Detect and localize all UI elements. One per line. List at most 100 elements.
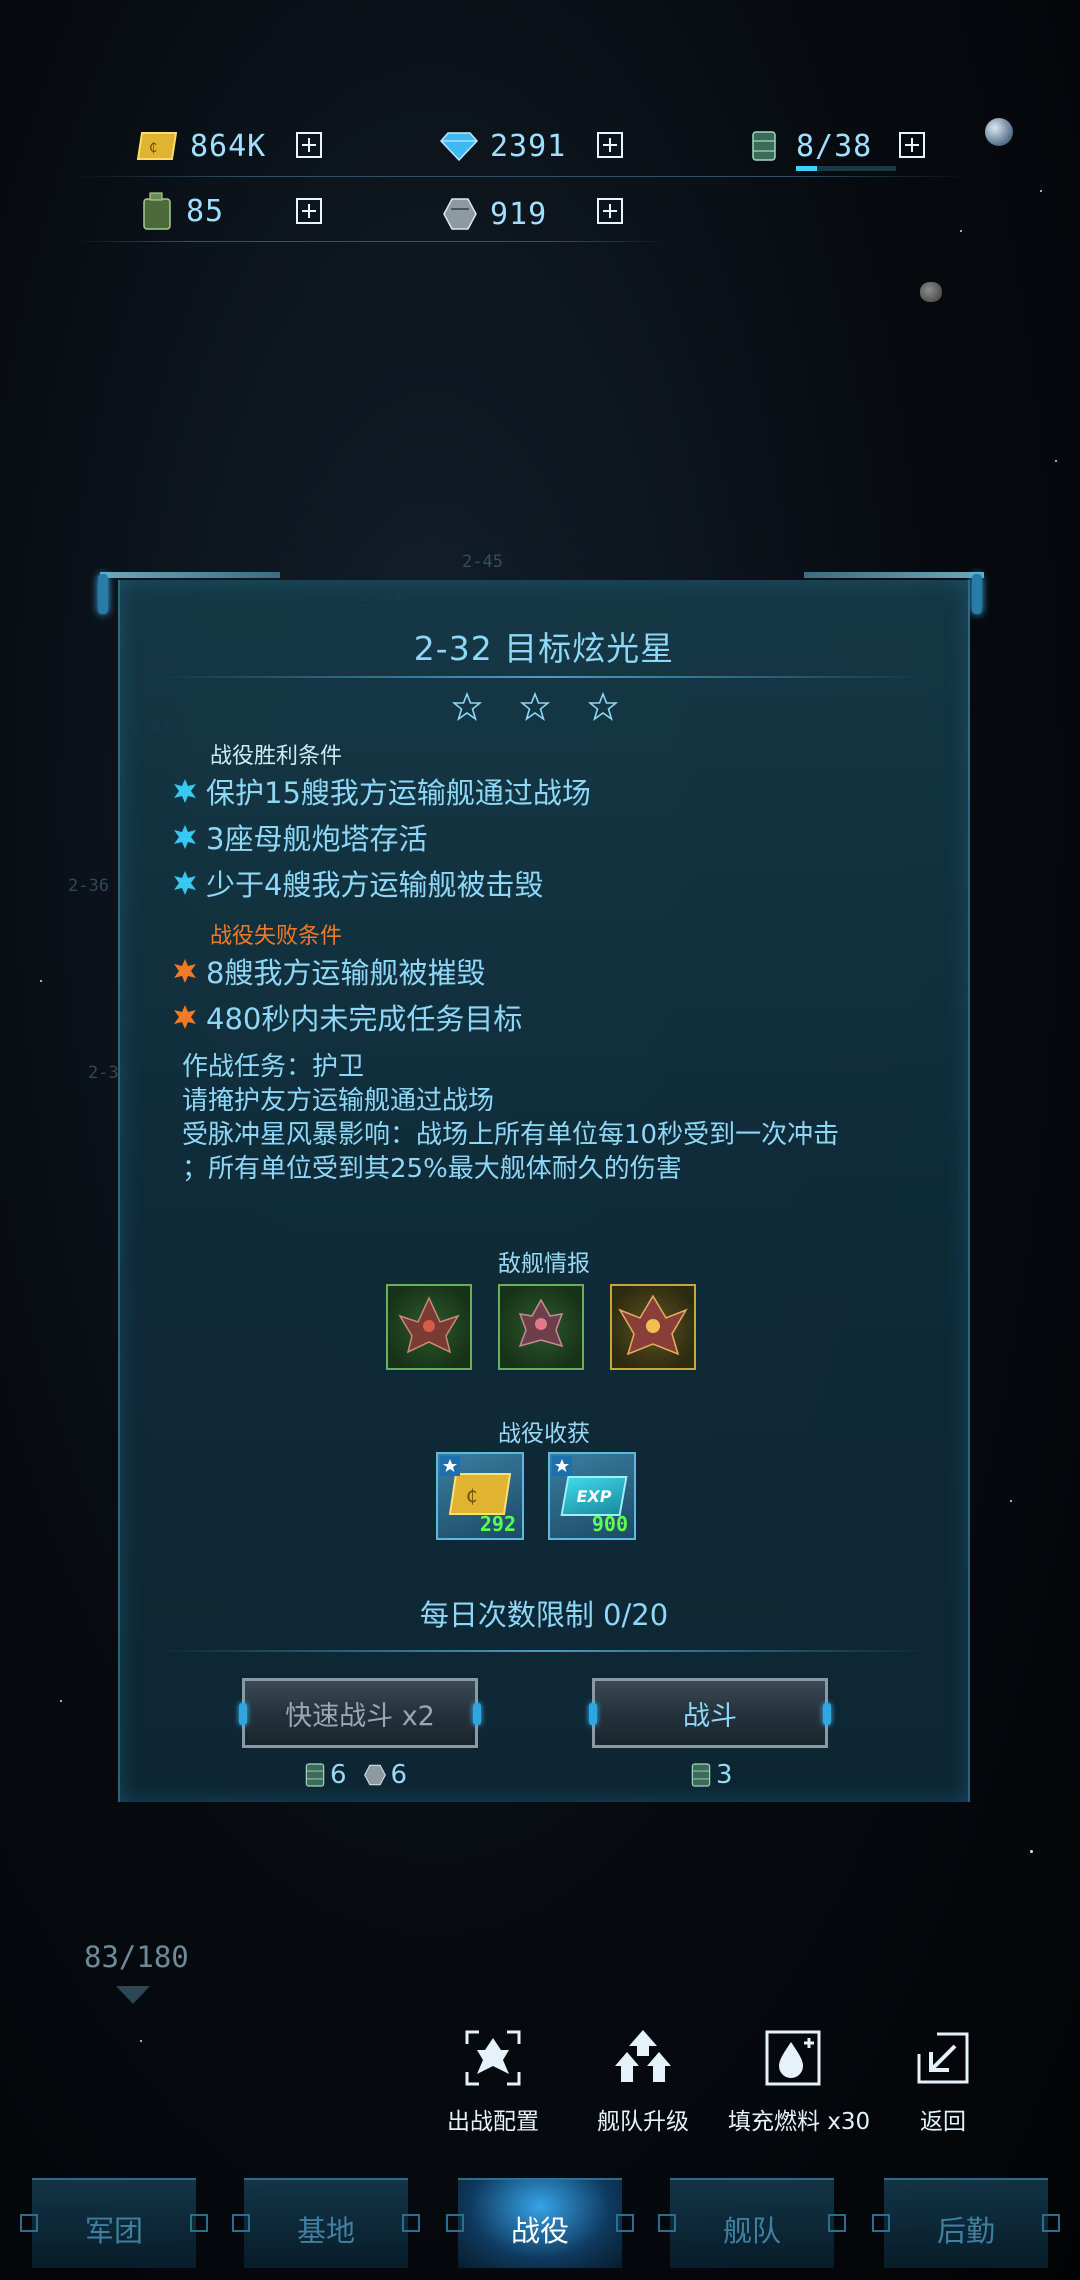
fleet-formation-icon bbox=[465, 2030, 521, 2086]
asteroid-icon bbox=[920, 282, 942, 302]
defeat-star-icon bbox=[174, 959, 196, 983]
tab-legion[interactable]: 军团 bbox=[14, 2178, 214, 2278]
fuel-capacity-value: 8/38 bbox=[796, 128, 873, 164]
victory-condition: 少于4艘我方运输舰被击毁 bbox=[172, 862, 543, 904]
tab-fleet[interactable]: 舰队 bbox=[652, 2178, 852, 2278]
enemy-intel-label: 敌舰情报 bbox=[498, 1251, 590, 1277]
victory-condition: 3座母舰炮塔存活 bbox=[172, 816, 427, 858]
alloy-value: 919 bbox=[490, 196, 548, 232]
mission-line: 作战任务：护卫 bbox=[182, 1052, 365, 1082]
battle-label: 战斗 bbox=[683, 1700, 737, 1732]
tab-label: 战役 bbox=[510, 2214, 569, 2248]
map-label: 2-36 bbox=[68, 876, 109, 896]
alloy-resource: 919 bbox=[442, 192, 547, 236]
victory-condition-text: 少于4艘我方运输舰被击毁 bbox=[206, 868, 544, 902]
battle-fuel-cost: 3 bbox=[716, 1760, 733, 1790]
enemy-ship-slot[interactable] bbox=[610, 1284, 696, 1370]
enemy-elite-ship-icon bbox=[618, 1294, 688, 1356]
victory-star-icon bbox=[174, 871, 196, 895]
fuel-barrel-icon bbox=[752, 131, 776, 161]
quick-battle-fuel-cost: 6 bbox=[330, 1760, 347, 1790]
quick-battle-button[interactable]: 快速战斗 x2 bbox=[239, 1678, 481, 1748]
exp-card-icon: EXP bbox=[560, 1476, 628, 1516]
down-triangle-icon[interactable] bbox=[116, 1986, 150, 2004]
refuel-label: 填充燃料 x30 bbox=[728, 2109, 871, 2135]
add-fuel-capacity-button[interactable] bbox=[899, 132, 925, 158]
refuel-button[interactable]: 填充燃料 x30 bbox=[728, 2026, 871, 2136]
back-button[interactable]: 返回 bbox=[878, 2026, 1008, 2136]
mission-description: 作战任务：护卫 请掩护友方运输舰通过战场 受脉冲星风暴影响：战场上所有单位每10… bbox=[182, 1050, 839, 1186]
fuel-barrel-icon bbox=[691, 1763, 711, 1787]
quick-battle-alloy-cost: 6 bbox=[390, 1760, 408, 1790]
svg-text:₵: ₵ bbox=[149, 141, 157, 156]
victory-star-icon bbox=[174, 825, 196, 849]
panel-frame-cap-left bbox=[98, 574, 108, 614]
mission-line: 请掩护友方运输舰通过战场 bbox=[182, 1086, 495, 1116]
rewards-label: 战役收获 bbox=[498, 1421, 590, 1447]
tab-label: 军团 bbox=[84, 2214, 143, 2248]
victory-condition-text: 3座母舰炮塔存活 bbox=[206, 822, 428, 856]
fuel-progress-bar bbox=[796, 166, 896, 171]
exp-tag: EXP bbox=[574, 1486, 614, 1506]
back-arrow-icon bbox=[917, 2032, 969, 2084]
title-divider bbox=[160, 676, 928, 678]
empty-star-icon bbox=[520, 692, 550, 721]
defeat-condition: 480秒内未完成任务目标 bbox=[172, 996, 522, 1038]
enemy-ship-slot[interactable] bbox=[386, 1284, 472, 1370]
quick-battle-cost: 6 6 bbox=[304, 1760, 407, 1790]
tab-base[interactable]: 基地 bbox=[226, 2178, 426, 2278]
blue-star-badge-icon bbox=[552, 1456, 572, 1476]
planet-icon bbox=[985, 118, 1013, 146]
deploy-config-label: 出战配置 bbox=[447, 2109, 539, 2135]
victory-conditions-label: 战役胜利条件 bbox=[210, 744, 343, 769]
mission-line: ；所有单位受到其25%最大舰体耐久的伤害 bbox=[182, 1154, 682, 1184]
fuel-can-icon bbox=[143, 192, 171, 230]
defeat-condition-text: 8艘我方运输舰被摧毁 bbox=[206, 956, 486, 990]
fuel-drop-icon bbox=[765, 2030, 821, 2086]
fleet-upgrade-label: 舰队升级 bbox=[597, 2109, 689, 2135]
alloy-icon bbox=[363, 1764, 386, 1786]
enemy-ship-icon bbox=[518, 1298, 564, 1348]
defeat-conditions-label: 战役失败条件 bbox=[210, 924, 343, 949]
fleet-upgrade-button[interactable]: 舰队升级 bbox=[578, 2026, 708, 2136]
reward-amount: 900 bbox=[591, 1512, 628, 1536]
back-label: 返回 bbox=[920, 2109, 966, 2135]
tab-label: 舰队 bbox=[722, 2214, 781, 2248]
reward-slot[interactable]: EXP 900 bbox=[548, 1452, 636, 1540]
mission-line: 受脉冲星风暴影响：战场上所有单位每10秒受到一次冲击 bbox=[182, 1120, 840, 1150]
alloy-icon bbox=[443, 198, 477, 230]
defeat-star-icon bbox=[174, 1005, 196, 1029]
victory-condition-text: 保护15艘我方运输舰通过战场 bbox=[206, 776, 591, 810]
daily-limit: 每日次数限制 0/20 bbox=[419, 1598, 669, 1632]
daily-divider bbox=[160, 1650, 928, 1652]
tab-campaign[interactable]: 战役 bbox=[440, 2178, 640, 2278]
victory-star-icon bbox=[174, 779, 196, 803]
add-credits-button[interactable] bbox=[296, 132, 322, 158]
crystals-resource: 2391 bbox=[440, 124, 566, 168]
enemy-ship-slot[interactable] bbox=[498, 1284, 584, 1370]
defeat-condition-text: 480秒内未完成任务目标 bbox=[206, 1002, 523, 1036]
reward-slot[interactable]: ₵ 292 bbox=[436, 1452, 524, 1540]
empty-star-icon bbox=[588, 692, 618, 721]
deploy-config-button[interactable]: 出战配置 bbox=[428, 2026, 558, 2136]
defeat-condition: 8艘我方运输舰被摧毁 bbox=[172, 950, 485, 992]
add-crystals-button[interactable] bbox=[597, 132, 623, 158]
tab-logistics[interactable]: 后勤 bbox=[866, 2178, 1066, 2278]
empty-star-icon bbox=[452, 692, 482, 721]
crystals-value: 2391 bbox=[490, 128, 567, 164]
fuel-cans-value: 85 bbox=[186, 193, 225, 229]
add-fuel-cans-button[interactable] bbox=[296, 198, 322, 224]
blue-star-badge-icon bbox=[440, 1456, 460, 1476]
reward-amount: 292 bbox=[479, 1512, 516, 1536]
tab-label: 基地 bbox=[296, 2214, 355, 2248]
fuel-barrel-icon bbox=[305, 1763, 325, 1787]
fuel-cans-resource: 85 bbox=[140, 189, 224, 233]
panel-frame-cap-right bbox=[972, 574, 982, 614]
credits-resource: ₵ 864K bbox=[136, 124, 266, 168]
credits-card-icon: ₵ bbox=[448, 1473, 512, 1515]
add-alloy-button[interactable] bbox=[597, 198, 623, 224]
tab-label: 后勤 bbox=[936, 2214, 995, 2248]
divider bbox=[70, 176, 970, 177]
quick-battle-label: 快速战斗 x2 bbox=[285, 1700, 435, 1732]
battle-button[interactable]: 战斗 bbox=[589, 1678, 831, 1748]
